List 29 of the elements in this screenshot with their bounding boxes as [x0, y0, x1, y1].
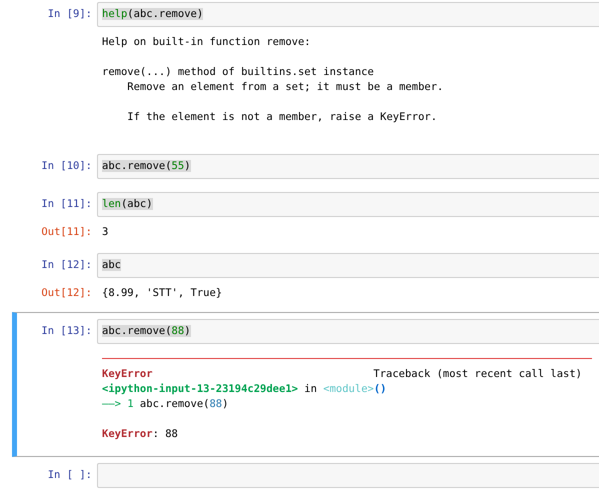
- traceback-line: KeyError: 88: [102, 427, 179, 442]
- code-input[interactable]: help(abc.remove): [97, 2, 599, 27]
- input-prompt: In [12]:: [40, 258, 93, 273]
- code-input[interactable]: len(abc): [97, 192, 599, 217]
- notebook-cell[interactable]: In [13]: abc.remove(88) KeyError Traceback (most recent call last) <ipython-input-13-23194c29dee1> in <module>() ——> 1 abc.remove(88) KeyError: 88: [12, 312, 599, 457]
- input-prompt: In [11]:: [40, 197, 93, 212]
- code-input[interactable]: abc: [97, 253, 599, 278]
- traceback-line: <ipython-input-13-23194c29dee1> in <module>(): [102, 382, 388, 397]
- notebook-cell[interactable]: In [12]: abc Out[12]: {8.99, 'STT', True}: [12, 251, 599, 308]
- input-prompt: In [13]:: [40, 324, 93, 339]
- code-input[interactable]: abc.remove(55): [97, 154, 599, 179]
- output-line: {8.99, 'STT', True}: [102, 286, 224, 301]
- notebook-cell[interactable]: In [ ]:: [12, 461, 599, 493]
- output-line: Help on built-in function remove:: [102, 35, 312, 50]
- notebook-cell[interactable]: In [10]: abc.remove(55): [12, 152, 599, 186]
- input-prompt: In [10]:: [40, 159, 93, 174]
- traceback-header: Traceback (most recent call last): [373, 367, 582, 382]
- error-name: KeyError: [102, 367, 153, 382]
- code-input[interactable]: abc.remove(88): [97, 319, 599, 344]
- output-line: remove(...) method of builtins.set instance: [102, 65, 375, 80]
- input-prompt: In [ ]:: [46, 468, 93, 483]
- output-line: If the element is not a member, raise a KeyError.: [126, 110, 438, 125]
- output-prompt: Out[12]:: [40, 286, 93, 301]
- output-prompt: Out[11]:: [40, 225, 93, 240]
- output-line: Remove an element from a set; it must be a member.: [126, 80, 444, 95]
- traceback-line: ——> 1 abc.remove(88): [102, 397, 230, 412]
- code-input[interactable]: [97, 463, 599, 488]
- output-line: 3: [102, 225, 110, 240]
- input-prompt: In [9]:: [46, 7, 93, 22]
